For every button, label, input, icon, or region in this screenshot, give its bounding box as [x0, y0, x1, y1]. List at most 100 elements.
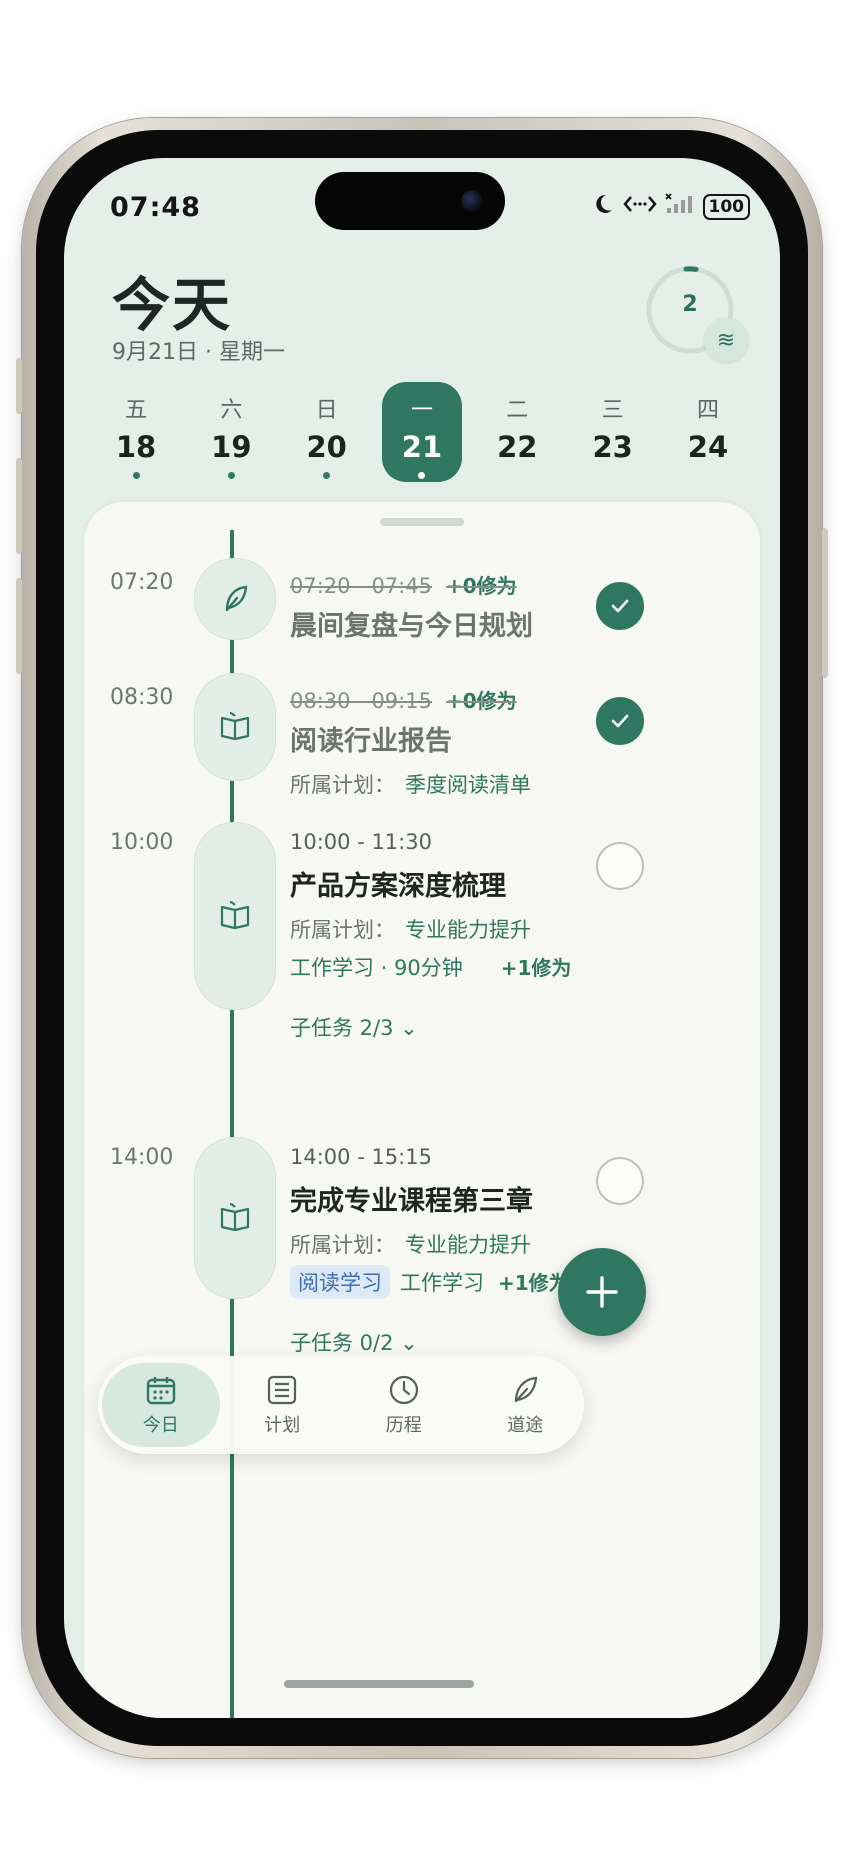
task-plan-value[interactable]: 季度阅读清单 — [405, 773, 531, 797]
book-icon — [220, 1202, 250, 1232]
task-dot-indicator — [323, 472, 331, 479]
day-weekday: 四 — [696, 398, 719, 423]
task-dot-indicator — [418, 472, 426, 479]
tab-history[interactable]: 历程 — [345, 1363, 463, 1447]
leaf-icon — [515, 1376, 538, 1403]
ring-count: 2 — [682, 292, 698, 317]
task-icon-badge — [194, 822, 276, 1010]
day-weekday: 二 — [506, 398, 529, 423]
task-checkbox[interactable] — [596, 697, 644, 745]
sheet-handle[interactable] — [380, 518, 464, 526]
task-icon-badge — [194, 558, 276, 640]
task-title: 阅读行业报告 — [290, 726, 452, 757]
day-22[interactable]: 二 22 — [477, 382, 557, 482]
week-strip: 五 18 六 19 日 20 一 21 二 22 三 23 四 24 — [96, 382, 748, 486]
day-number: 22 — [497, 430, 538, 464]
day-19[interactable]: 六 19 — [191, 382, 271, 482]
phone-frame: 07:48 100 今天 9月21日 · 星期一 2 ≋ 五 18 六 19 日 20 一 2… — [16, 118, 828, 1758]
bottom-tab-bar: 今日 计划 历程 道途 — [98, 1356, 584, 1454]
task-meta: 工作学习 · 90分钟 +1修为 — [290, 956, 572, 980]
home-indicator[interactable] — [284, 1680, 474, 1688]
day-weekday: 六 — [220, 398, 243, 423]
wave-button[interactable]: ≋ — [704, 318, 748, 362]
day-21[interactable]: 一 21 — [381, 382, 462, 482]
sync-icon — [622, 193, 657, 221]
page-title: 今天 — [112, 271, 233, 339]
day-20[interactable]: 日 20 — [287, 382, 367, 482]
app-screen: 07:48 100 今天 9月21日 · 星期一 2 ≋ 五 18 六 19 日 20 一 2… — [64, 158, 780, 1718]
tab-label: 计划 — [264, 1415, 301, 1436]
task-plan-value[interactable]: 专业能力提升 — [405, 1233, 531, 1257]
status-time: 07:48 — [110, 192, 201, 223]
volume-down-button — [16, 578, 22, 674]
day-18[interactable]: 五 18 — [96, 382, 176, 482]
task-plan: 所属计划： 专业能力提升 — [290, 918, 531, 942]
task-plan-value[interactable]: 专业能力提升 — [405, 918, 531, 942]
day-weekday: 日 — [315, 398, 338, 423]
tab-path[interactable]: 道途 — [467, 1363, 585, 1447]
plus-icon — [586, 1276, 618, 1308]
list-icon — [268, 1375, 297, 1405]
day-number: 19 — [211, 430, 252, 464]
task-time-range: 10:00 - 11:30 — [290, 830, 432, 854]
task-icon-badge — [194, 1137, 276, 1299]
tab-plan[interactable]: 计划 — [224, 1363, 342, 1447]
power-button — [822, 528, 828, 678]
task-tag: 阅读学习 — [290, 1265, 390, 1299]
waves-icon: ≋ — [716, 327, 736, 353]
chevron-down-icon: ⌄ — [400, 1016, 418, 1040]
task-dot-indicator — [227, 472, 235, 479]
day-number: 20 — [306, 430, 347, 464]
task-checkbox[interactable] — [596, 842, 644, 890]
task-title: 完成专业课程第三章 — [290, 1186, 533, 1217]
camera-icon — [461, 190, 483, 212]
task-time-range: 08:30 - 09:15 +0修为 — [290, 689, 517, 713]
task-xp: +1修为 — [500, 956, 572, 980]
subtask-toggle[interactable]: 子任务 0/2 ⌄ — [290, 1327, 418, 1357]
book-icon — [220, 900, 250, 930]
signal-icon — [664, 193, 695, 221]
day-23[interactable]: 三 23 — [573, 382, 653, 482]
day-24[interactable]: 四 24 — [668, 382, 748, 482]
dynamic-island — [315, 172, 505, 230]
task-time: 14:00 — [110, 1145, 174, 1170]
status-icons: 100 — [591, 192, 750, 222]
day-weekday: 五 — [124, 398, 147, 423]
task-title: 产品方案深度梳理 — [290, 871, 506, 902]
page-date: 9月21日 · 星期一 — [112, 340, 285, 365]
battery-icon: 100 — [702, 194, 750, 220]
day-number: 21 — [401, 430, 443, 464]
action-button — [16, 358, 22, 414]
task-xp: +0修为 — [445, 689, 517, 713]
tab-label: 历程 — [385, 1415, 422, 1436]
tab-today[interactable]: 今日 — [102, 1363, 220, 1447]
checkmark-icon — [611, 599, 629, 613]
day-number: 23 — [592, 430, 633, 464]
add-task-button[interactable] — [558, 1248, 646, 1336]
task-meta: 阅读学习 工作学习 +1修为 — [290, 1265, 569, 1299]
task-icon-badge — [194, 673, 276, 781]
task-plan: 所属计划： 季度阅读清单 — [290, 773, 531, 797]
chevron-down-icon: ⌄ — [400, 1331, 418, 1355]
book-icon — [220, 711, 250, 741]
day-weekday: 一 — [410, 398, 433, 423]
task-time: 08:30 — [110, 685, 174, 710]
moon-icon — [591, 192, 615, 222]
task-xp: +0修为 — [445, 574, 517, 598]
checkmark-icon — [611, 714, 629, 728]
day-number: 24 — [687, 430, 729, 464]
task-plan: 所属计划： 专业能力提升 — [290, 1233, 531, 1257]
clock-icon — [389, 1375, 418, 1405]
tab-label: 今日 — [142, 1415, 179, 1436]
tab-label: 道途 — [507, 1415, 544, 1436]
task-time-range: 07:20 - 07:45 +0修为 — [290, 574, 517, 598]
volume-up-button — [16, 458, 22, 554]
task-checkbox[interactable] — [596, 582, 644, 630]
task-checkbox[interactable] — [596, 1157, 644, 1205]
task-title: 晨间复盘与今日规划 — [290, 611, 533, 642]
calendar-icon — [146, 1377, 175, 1405]
subtask-toggle[interactable]: 子任务 2/3 ⌄ — [290, 1012, 418, 1042]
task-dot-indicator — [132, 472, 140, 479]
leaf-icon — [225, 585, 248, 612]
day-weekday: 三 — [601, 398, 624, 423]
